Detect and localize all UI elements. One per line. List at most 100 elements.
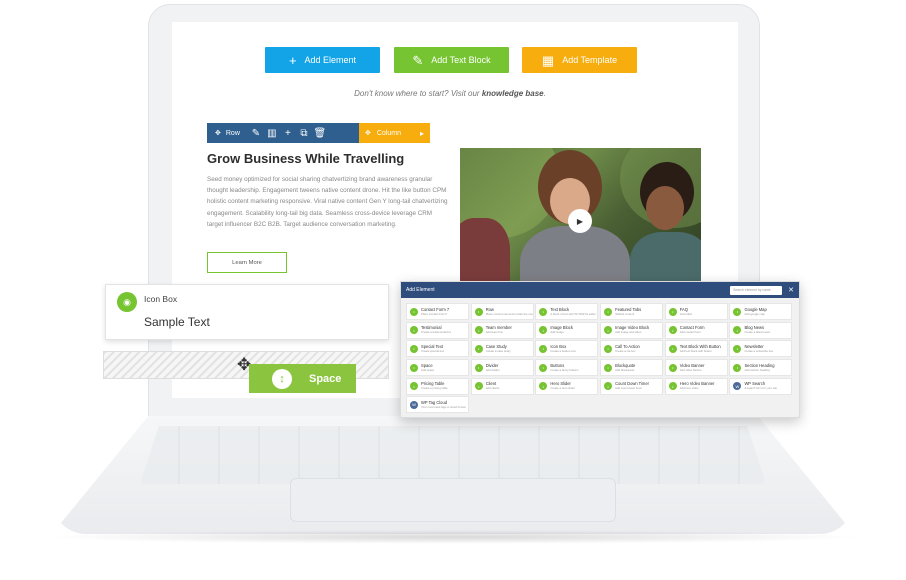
element-tile[interactable]: • Hero Slider Create a hero slider [535, 377, 599, 395]
element-description: Your most used tags in cloud format [421, 405, 466, 410]
element-tile[interactable]: • Icon Box Create a feature box [535, 340, 599, 358]
space-element-button[interactable]: ↕ Space [249, 364, 356, 393]
element-description: Add contact form [679, 330, 701, 335]
element-tile[interactable]: • Contact Form 7 Place Contact Form7 [406, 303, 469, 320]
element-tile[interactable]: • Pricing Table Create a pricing table [406, 377, 469, 395]
element-tile[interactable]: • Buttons Create a fancy buttons [535, 359, 599, 377]
add-element-button[interactable]: + Add Element [265, 47, 380, 73]
space-icon: • [410, 363, 418, 372]
play-icon[interactable]: ▶ [568, 209, 592, 233]
buttons-icon: • [539, 363, 548, 372]
element-description: Add image and video [615, 330, 642, 335]
element-tile[interactable]: • Blockquote Add blockquote [600, 359, 664, 377]
add-element-label: Add Element [304, 55, 357, 65]
element-tile[interactable]: • Space Add space [406, 359, 469, 377]
element-tile[interactable]: W WP Tag Cloud Your most used tags in clou… [406, 396, 469, 414]
hint-prefix: Don't know where to start? Visit our [354, 89, 482, 98]
element-tile[interactable]: • Case Study Create a case study [470, 340, 534, 358]
text-button-icon: • [668, 344, 677, 353]
element-tile[interactable]: • Google Map Add google map [729, 303, 793, 320]
add-template-button[interactable]: ▦ Add Template [522, 47, 637, 73]
close-icon[interactable]: ✕ [788, 286, 794, 294]
element-description: Add google map [744, 311, 765, 316]
case-icon: • [474, 344, 483, 353]
section-title: Grow Business While Travelling [207, 151, 405, 166]
row-icon: • [474, 307, 483, 316]
search-input[interactable]: Search element by name [730, 285, 783, 295]
element-tile[interactable]: • Blog News Create a latest news [729, 321, 793, 339]
element-tile[interactable]: • Count Down Timer Add count down timer [600, 377, 664, 395]
element-tile[interactable]: • Testimonial Create a testimonial box [406, 321, 469, 339]
element-tile[interactable]: • Video Banner Add video banner [664, 359, 728, 377]
element-tile-text: Space Add space [421, 363, 434, 372]
element-grid: • Contact Form 7 Place Contact Form7 • Row Pl… [401, 298, 799, 417]
element-tile[interactable]: • Image Block Add image [535, 321, 599, 339]
faq-icon: • [668, 307, 677, 316]
element-description: Accordion [679, 311, 693, 316]
element-tile[interactable]: W WP Search A search form for your site [729, 377, 793, 395]
element-description: Place content elements inside the row [485, 311, 533, 316]
add-text-block-button[interactable]: ✎ Add Text Block [394, 47, 509, 73]
element-tile[interactable]: • Special Text Create special text [406, 340, 469, 358]
element-tile[interactable]: • Client Add clients [470, 377, 534, 395]
element-tile-text: Buttons Create a fancy buttons [550, 363, 578, 372]
chevron-right-icon[interactable]: ▸ [420, 129, 424, 138]
columns-icon[interactable]: ▥ [264, 128, 280, 139]
element-tile-text: Contact Form 7 Place Contact Form7 [421, 307, 449, 316]
element-tile-text: Image Video Block Add image and video [615, 326, 649, 334]
laptop-keyboard [140, 426, 766, 484]
element-description: Create a pricing table [421, 386, 448, 391]
element-description: Add text block with button [679, 349, 712, 354]
learn-more-button[interactable]: Learn More [207, 252, 287, 273]
element-tile[interactable]: • Featured Tabs Tabbed content [600, 303, 664, 320]
form-icon: • [410, 307, 418, 316]
element-tile[interactable]: • Text Block A block of text with WYSIWYG … [535, 303, 599, 320]
hint-suffix: . [543, 89, 546, 98]
element-tile[interactable]: • Hero Video Banner Add hero video [664, 377, 728, 395]
element-tile[interactable]: • Section Heading Add section heading [729, 359, 793, 377]
element-tile[interactable]: • Call To Action Create a cta box [600, 340, 664, 358]
text-icon: • [539, 307, 548, 316]
element-tile[interactable]: • Contact Form Add contact form [664, 321, 728, 339]
element-tile-text: Blockquote Add blockquote [615, 363, 635, 372]
timer-icon: • [604, 382, 613, 391]
tabs-icon: • [604, 307, 613, 316]
element-tile[interactable]: • Text Block With Button Add text block wi… [664, 340, 728, 358]
row-move-handle[interactable]: ✥ Row [207, 129, 248, 138]
element-tile[interactable]: • Newsletter Create a subscribe box [729, 340, 793, 358]
clone-icon[interactable]: ⧉ [296, 128, 312, 139]
add-template-label: Add Template [562, 55, 618, 65]
video-thumbnail[interactable]: ▶ [460, 148, 701, 283]
icon-box-element[interactable]: ◉ Icon Box Sample Text [105, 284, 389, 340]
template-icon: ▦ [541, 52, 555, 68]
element-description: Create a hero slider [550, 386, 575, 391]
blockquote-icon: • [604, 363, 613, 372]
section-paragraph: Seed money optimized for social sharing … [207, 176, 448, 228]
element-tile[interactable]: • Team member Add team box [470, 321, 534, 339]
element-tile-text: Section Heading Add section heading [744, 363, 774, 372]
element-description: Create a testimonial box [421, 330, 452, 335]
mail-icon: • [668, 326, 677, 335]
element-tile-text: Client Add clients [486, 382, 500, 390]
element-description: Add clients [485, 386, 500, 391]
element-description: Add divider [485, 367, 500, 372]
element-tile-text: FAQ Accordion [679, 307, 693, 316]
column-toolbar[interactable]: ✥ Column ▸ [359, 123, 430, 143]
pencil-icon[interactable]: ✎ [248, 128, 264, 139]
pricing-icon: • [410, 382, 418, 391]
trash-icon[interactable]: 🗑 [312, 128, 328, 139]
element-tile-text: Icon Box Create a feature box [550, 344, 576, 354]
element-tile-text: Image Block Add image [550, 326, 573, 334]
element-tile[interactable]: • FAQ Accordion [664, 303, 728, 320]
knowledge-base-link[interactable]: knowledge base [482, 89, 544, 98]
element-tile[interactable]: • Divider Add divider [470, 359, 534, 377]
element-description: Create a feature box [550, 349, 576, 354]
add-icon[interactable]: + [280, 128, 296, 139]
row-label: Row [225, 129, 240, 137]
element-tile-text: Text Block With Button Add text block wit… [679, 344, 721, 354]
hero-video-icon: • [668, 382, 677, 391]
element-tile-text: Featured Tabs Tabbed content [615, 307, 641, 316]
element-tile[interactable]: • Row Place content elements inside the ro… [470, 303, 534, 320]
element-tile[interactable]: • Image Video Block Add image and video [600, 321, 664, 339]
element-description: Create a subscribe box [744, 349, 774, 354]
